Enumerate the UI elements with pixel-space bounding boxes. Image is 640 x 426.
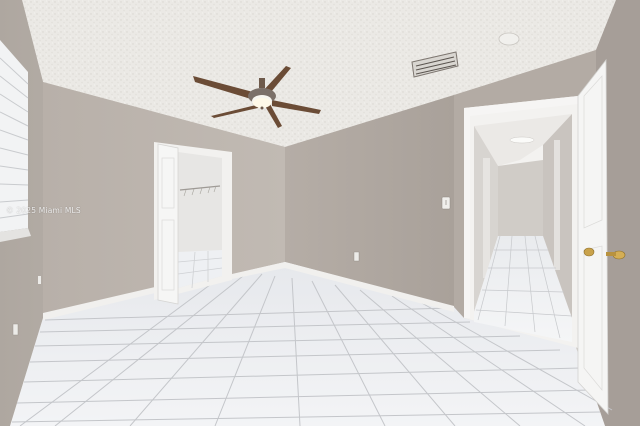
outlet-icon <box>12 323 19 336</box>
hallway-doorway <box>464 96 578 348</box>
watermark: © 2025 Miami MLS <box>6 206 81 215</box>
outlet-icon <box>353 251 360 262</box>
room-photo: © 2025 Miami MLS <box>0 0 640 426</box>
smoke-detector-icon <box>498 32 520 46</box>
room-scene <box>0 0 640 426</box>
closet-door[interactable] <box>157 143 179 305</box>
bedroom-door[interactable] <box>577 58 609 416</box>
